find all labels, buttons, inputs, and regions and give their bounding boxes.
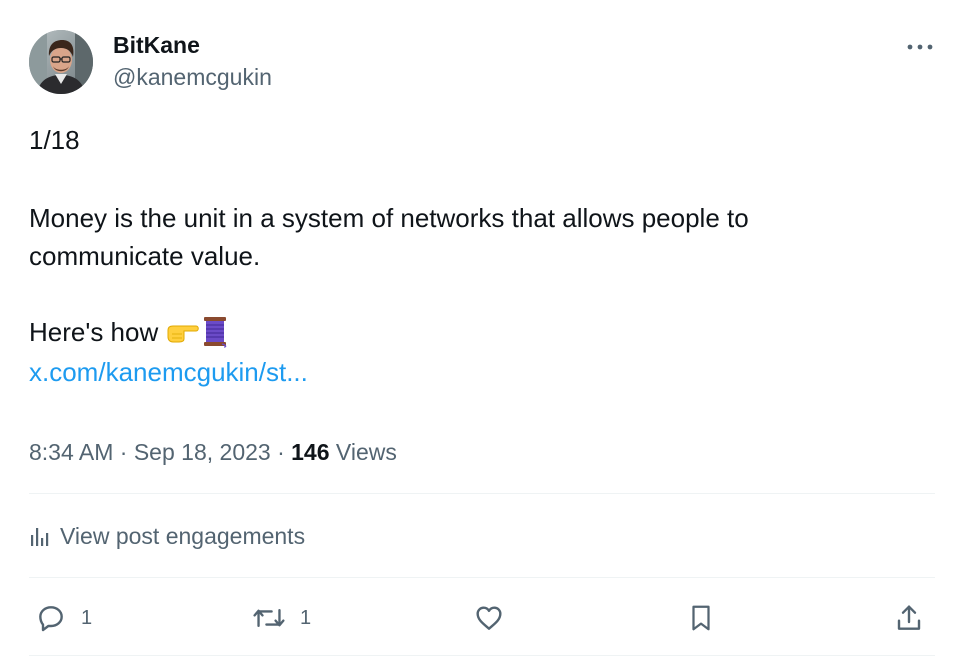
view-engagements-button[interactable]: View post engagements <box>29 519 305 553</box>
repost-icon <box>253 608 285 628</box>
like-button[interactable] <box>472 598 506 638</box>
more-dots-icon <box>907 44 933 50</box>
post-link[interactable]: x.com/kanemcgukin/st... <box>29 356 308 388</box>
views-count: 146 <box>291 439 330 465</box>
post-text-line: Here's how <box>29 316 228 348</box>
reply-count: 1 <box>81 606 93 629</box>
analytics-icon <box>31 528 49 546</box>
author-handle[interactable]: @kanemcgukin <box>113 63 272 91</box>
share-button[interactable] <box>893 598 925 638</box>
divider <box>29 655 935 656</box>
post-text-here-hows: Here's how <box>29 317 159 347</box>
reply-button[interactable]: 1 <box>35 598 92 638</box>
divider <box>29 577 935 578</box>
views-label: Views <box>335 439 397 465</box>
post-time[interactable]: 8:34 AM <box>29 439 113 465</box>
post-meta: 8:34 AM · Sep 18, 2023 · 146 Views <box>29 437 397 467</box>
spool-of-thread-icon <box>204 317 227 348</box>
bookmark-button[interactable] <box>686 598 716 638</box>
more-options-button[interactable] <box>900 30 940 64</box>
post-text-line: Money is the unit in a system of network… <box>29 203 749 233</box>
backhand-index-pointing-right-icon <box>167 325 199 343</box>
share-icon <box>897 605 921 630</box>
view-engagements-label: View post engagements <box>60 522 306 549</box>
post-text-line: communicate value. <box>29 241 261 271</box>
repost-count: 1 <box>300 606 312 629</box>
heart-icon <box>476 606 502 630</box>
meta-separator: · <box>277 439 285 465</box>
reply-icon <box>39 606 63 632</box>
avatar[interactable] <box>29 30 93 94</box>
avatar-image <box>29 30 93 94</box>
meta-separator: · <box>119 439 128 465</box>
bookmark-icon <box>692 605 710 631</box>
thread-count: 1/18 <box>29 125 80 155</box>
author-display-name[interactable]: BitKane <box>113 31 200 59</box>
post-date[interactable]: Sep 18, 2023 <box>134 439 271 465</box>
repost-button[interactable]: 1 <box>252 598 311 638</box>
divider <box>29 493 935 494</box>
tweet-card: BitKane @kanemcgukin 1/18 Money is the u… <box>0 0 976 668</box>
emoji-group <box>166 316 228 348</box>
